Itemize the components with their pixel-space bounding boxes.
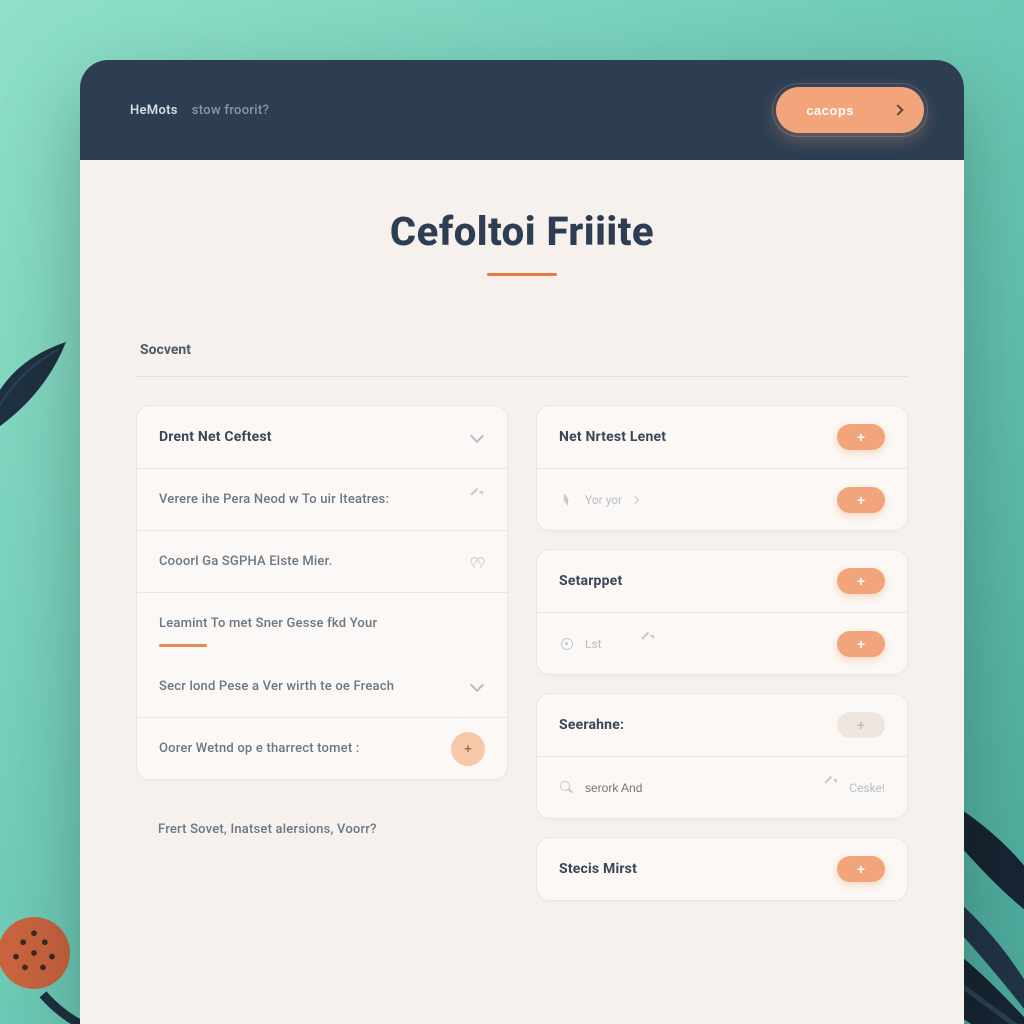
add-pill-button[interactable]: + — [837, 487, 885, 513]
list-item[interactable]: Cooorl Ga SGPHA Elste Mier. — [137, 530, 507, 592]
title-underline — [487, 273, 557, 276]
header-sub: stow froorit? — [192, 103, 269, 118]
section-label: Socvent — [136, 314, 908, 377]
header: HeMots stow froorit? cacops — [80, 60, 964, 160]
card-title: Seerahne: — [559, 717, 624, 733]
chevron-right-icon — [631, 495, 639, 503]
right-card-seerahne: Seerahne: + Ceske! — [536, 693, 908, 819]
left-panel-title: Drent Net Ceftest — [159, 429, 272, 445]
app-card: HeMots stow froorit? cacops Cefoltoi Fri… — [80, 60, 964, 1024]
card-header: Seerahne: + — [537, 694, 907, 756]
active-underline — [159, 644, 207, 647]
page-title: Cefoltoi Friiite — [80, 208, 964, 255]
card-header: Stecis Mirst + — [537, 838, 907, 900]
card-title: Stecis Mirst — [559, 861, 637, 877]
list-item-label: Verere ihe Pera Neod w To uir Iteatres: — [159, 492, 389, 507]
right-card-lenet: Net Nrtest Lenet + Yor yor + — [536, 405, 908, 531]
chevron-right-icon — [892, 104, 903, 115]
hint-text: Yor yor — [585, 493, 622, 507]
right-card-setarppet: Setarppet + Lst + — [536, 549, 908, 675]
action-label: Ceske! — [849, 781, 885, 795]
target-icon — [559, 636, 575, 652]
row-label: Lst — [585, 637, 602, 651]
header-breadcrumb: HeMots stow froorit? — [130, 103, 269, 118]
list-item[interactable]: Oorer Wetnd op e tharrect tomet : + — [137, 717, 507, 779]
search-action[interactable]: Ceske! — [823, 780, 885, 796]
card-header: Setarppet + — [537, 550, 907, 612]
card-row[interactable]: Lst + — [537, 612, 907, 674]
card-hint-row[interactable]: Yor yor + — [537, 468, 907, 530]
list-item[interactable]: Secr lond Pese a Ver wirth te oe Freach — [137, 655, 507, 717]
add-pill-button[interactable]: + — [837, 631, 885, 657]
title-block: Cefoltoi Friiite — [80, 160, 964, 294]
left-footer-label: Frert Sovet, Inatset alersions, Voorr? — [158, 822, 377, 837]
heart-icon — [469, 554, 485, 570]
list-item[interactable]: Verere ihe Pera Neod w To uir Iteatres: — [137, 468, 507, 530]
card-title: Setarppet — [559, 573, 622, 589]
right-card-stecis: Stecis Mirst + — [536, 837, 908, 901]
list-item-label: Secr lond Pese a Ver wirth te oe Freach — [159, 679, 394, 694]
list-item-label: Cooorl Ga SGPHA Elste Mier. — [159, 554, 332, 569]
chevron-down-icon — [469, 678, 485, 694]
chevron-down-icon — [469, 429, 485, 445]
left-panel-header[interactable]: Drent Net Ceftest — [137, 406, 507, 468]
leaf-decoration — [0, 330, 90, 450]
left-footer-row: Frert Sovet, Inatset alersions, Voorr? — [136, 798, 508, 860]
brand: HeMots — [130, 103, 178, 118]
list-item-label: Leamint To met Sner Gesse fkd Your — [159, 616, 377, 631]
card-title: Net Nrtest Lenet — [559, 429, 666, 445]
search-row: Ceske! — [537, 756, 907, 818]
list-item-label: Oorer Wetnd op e tharrect tomet : — [159, 741, 359, 756]
pencil-icon — [469, 492, 485, 508]
pencil-icon — [823, 780, 839, 796]
header-cta-label: cacops — [806, 103, 854, 118]
bolt-icon — [559, 492, 575, 508]
add-pill-button[interactable]: + — [837, 424, 885, 450]
add-pill-button[interactable]: + — [837, 568, 885, 594]
pencil-icon — [640, 636, 656, 652]
card-header: Net Nrtest Lenet + — [537, 406, 907, 468]
add-pill-button[interactable]: + — [837, 712, 885, 738]
search-input[interactable] — [585, 781, 705, 795]
add-circle-button[interactable]: + — [451, 732, 485, 766]
header-cta-button[interactable]: cacops — [776, 87, 924, 133]
left-panel: Drent Net Ceftest Verere ihe Pera Neod w… — [136, 405, 508, 780]
add-pill-button[interactable]: + — [837, 856, 885, 882]
search-icon — [559, 780, 575, 796]
